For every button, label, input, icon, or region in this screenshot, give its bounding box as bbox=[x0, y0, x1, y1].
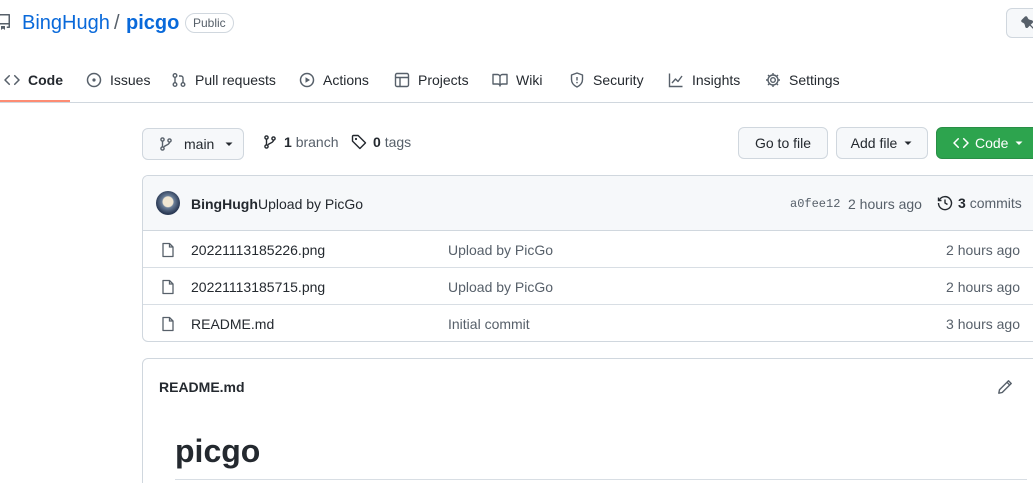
caret-down-icon bbox=[904, 141, 912, 145]
caret-down-icon bbox=[1015, 141, 1023, 145]
file-time: 3 hours ago bbox=[946, 316, 1020, 332]
commit-time: 2 hours ago bbox=[848, 196, 922, 212]
tab-security[interactable]: Security bbox=[569, 58, 644, 102]
file-name-link[interactable]: 20221113185226.png bbox=[191, 242, 325, 258]
code-icon bbox=[4, 74, 20, 86]
book-icon bbox=[492, 73, 508, 87]
tab-label: Insights bbox=[692, 72, 741, 88]
git-branch-icon bbox=[160, 137, 172, 151]
file-commit-message-link[interactable]: Initial commit bbox=[448, 316, 530, 332]
file-name-link[interactable]: 20221113185715.png bbox=[191, 279, 325, 295]
commit-message-link[interactable]: Upload by PicGo bbox=[258, 196, 363, 212]
button-label: Add file bbox=[850, 135, 898, 151]
tab-label: Settings bbox=[789, 72, 840, 88]
commits-history-link[interactable]: 3 commits bbox=[937, 195, 1022, 211]
shield-icon bbox=[570, 72, 584, 88]
add-file-button[interactable]: Add file bbox=[836, 127, 928, 159]
tags-link[interactable]: 0 tags bbox=[351, 134, 411, 150]
gear-icon bbox=[766, 73, 780, 87]
table-icon bbox=[394, 72, 410, 88]
tab-label: Security bbox=[593, 72, 644, 88]
branch-count-label: branch bbox=[295, 134, 339, 150]
play-icon bbox=[299, 72, 315, 88]
repo-owner-link[interactable]: BingHugh bbox=[22, 12, 110, 35]
file-time: 2 hours ago bbox=[946, 242, 1020, 258]
repo-nav: Code Issues Pull requests Actions Projec… bbox=[0, 58, 1033, 103]
pin-button[interactable] bbox=[1006, 8, 1033, 38]
branch-select-button[interactable]: main bbox=[142, 128, 244, 160]
tab-settings[interactable]: Settings bbox=[765, 58, 840, 102]
file-listing: BingHugh Upload by PicGo a0fee12 2 hours… bbox=[142, 175, 1033, 342]
path-separator: / bbox=[114, 12, 120, 34]
tab-label: Issues bbox=[110, 72, 151, 88]
code-button[interactable]: Code bbox=[936, 127, 1033, 159]
tab-actions[interactable]: Actions bbox=[299, 58, 369, 102]
file-commit-message-link[interactable]: Upload by PicGo bbox=[448, 279, 553, 295]
readme-panel: README.md picgo bbox=[142, 358, 1033, 483]
repo-icon bbox=[0, 14, 10, 30]
branch-name: main bbox=[184, 136, 215, 152]
latest-commit-row: BingHugh Upload by PicGo a0fee12 2 hours… bbox=[143, 176, 1033, 231]
button-label: Code bbox=[975, 135, 1009, 151]
tab-insights[interactable]: Insights bbox=[668, 58, 740, 102]
branch-count: 1 bbox=[284, 134, 292, 150]
pin-icon bbox=[1021, 16, 1033, 29]
repo-name-link[interactable]: picgo bbox=[126, 12, 179, 35]
tab-label: Code bbox=[28, 72, 63, 88]
commit-count: 3 bbox=[958, 195, 966, 211]
tab-code[interactable]: Code bbox=[4, 58, 63, 102]
tab-label: Wiki bbox=[516, 72, 543, 88]
code-icon bbox=[953, 137, 969, 149]
tag-count-label: tags bbox=[384, 134, 412, 150]
file-row[interactable]: 20221113185226.png Upload by PicGo 2 hou… bbox=[143, 231, 1033, 268]
caret-down-icon bbox=[225, 142, 233, 146]
readme-filename-link[interactable]: README.md bbox=[159, 379, 245, 395]
readme-heading: picgo bbox=[175, 433, 261, 469]
tab-pull-requests[interactable]: Pull requests bbox=[171, 58, 276, 102]
avatar[interactable] bbox=[156, 191, 180, 215]
branches-link[interactable]: 1 branch bbox=[262, 134, 339, 150]
file-commit-message-link[interactable]: Upload by PicGo bbox=[448, 242, 553, 258]
tab-label: Projects bbox=[418, 72, 469, 88]
tag-icon bbox=[351, 134, 367, 150]
pull-request-icon bbox=[172, 73, 186, 87]
visibility-badge: Public bbox=[185, 13, 234, 33]
commit-author-link[interactable]: BingHugh bbox=[191, 196, 258, 212]
tab-label: Pull requests bbox=[195, 72, 276, 88]
tab-label: Actions bbox=[323, 72, 369, 88]
tag-count: 0 bbox=[373, 134, 381, 150]
file-icon bbox=[162, 316, 174, 332]
tab-issues[interactable]: Issues bbox=[86, 58, 150, 102]
issue-icon bbox=[86, 72, 102, 88]
button-label: Go to file bbox=[754, 135, 812, 151]
commit-sha-link[interactable]: a0fee12 bbox=[790, 197, 840, 211]
repo-header: BingHugh / picgo Public bbox=[0, 0, 1033, 48]
go-to-file-button[interactable]: Go to file bbox=[738, 127, 828, 159]
file-row[interactable]: 20221113185715.png Upload by PicGo 2 hou… bbox=[143, 268, 1033, 305]
readme-divider bbox=[175, 479, 1027, 480]
file-icon bbox=[162, 279, 174, 295]
history-icon bbox=[937, 195, 953, 211]
file-row[interactable]: README.md Initial commit 3 hours ago bbox=[143, 305, 1033, 341]
pencil-icon[interactable] bbox=[997, 379, 1013, 395]
tab-projects[interactable]: Projects bbox=[394, 58, 469, 102]
graph-icon bbox=[668, 73, 683, 88]
commit-count-label: commits bbox=[969, 195, 1022, 211]
file-icon bbox=[162, 242, 174, 258]
git-branch-icon bbox=[264, 135, 276, 149]
tab-wiki[interactable]: Wiki bbox=[492, 58, 542, 102]
file-name-link[interactable]: README.md bbox=[191, 316, 274, 332]
active-tab-indicator bbox=[0, 100, 70, 102]
file-time: 2 hours ago bbox=[946, 279, 1020, 295]
